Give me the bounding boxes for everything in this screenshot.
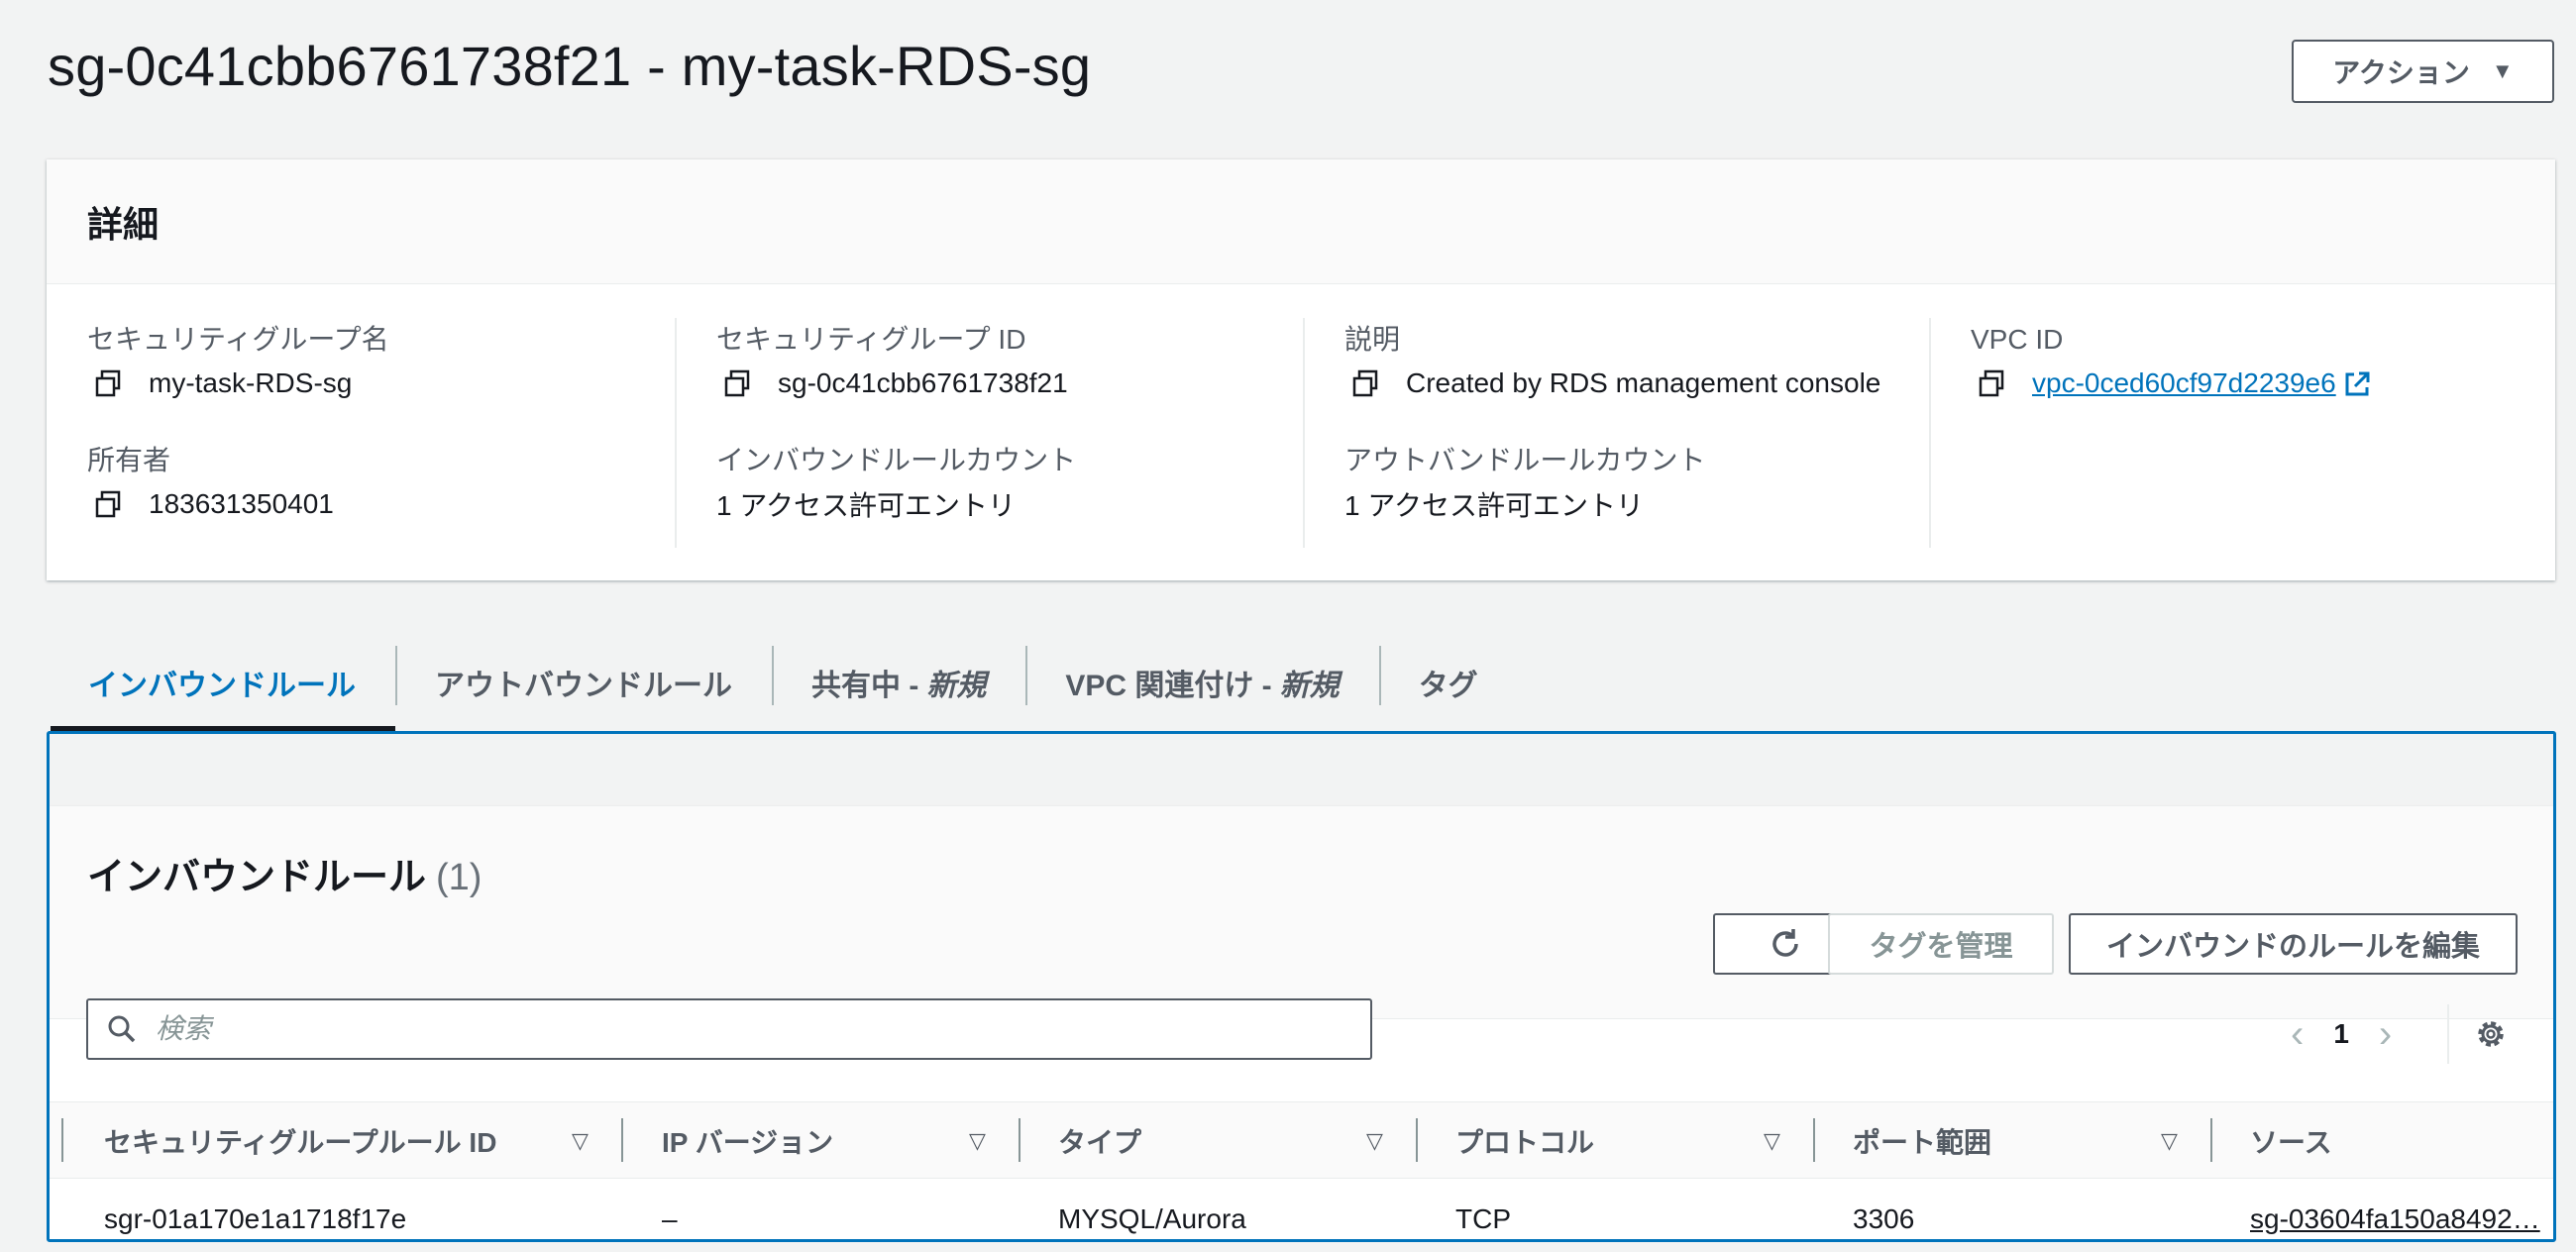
cell-protocol: TCP: [1455, 1203, 1511, 1234]
sort-down-icon[interactable]: ▽: [572, 1128, 589, 1154]
tab-label: インバウンドルール: [88, 670, 356, 702]
details-column-1: セキュリティグループ名 my-task-RDS-sg 所有者 183631350…: [47, 318, 677, 548]
actions-label: アクション: [2332, 57, 2470, 88]
inbound-rules-title-text: インバウンドルール: [87, 857, 427, 898]
sg-id-label: セキュリティグループ ID: [716, 324, 1026, 355]
column-header-rule-id[interactable]: セキュリティグループルール ID: [64, 1102, 496, 1180]
table-row[interactable]: sgr-01a170e1a1718f17e – MYSQL/Aurora TCP…: [50, 1179, 2553, 1239]
search-icon: [108, 1015, 136, 1043]
chevron-left-icon[interactable]: ‹: [2291, 1012, 2304, 1057]
sg-name-label: セキュリティグループ名: [87, 324, 389, 355]
edit-inbound-rules-button[interactable]: インバウンドのルールを編集: [2069, 913, 2518, 975]
copy-icon[interactable]: [1344, 365, 1386, 401]
manage-tags-button[interactable]: タグを管理: [1828, 913, 2054, 975]
column-header-source[interactable]: ソース: [2210, 1102, 2332, 1180]
tab-label: VPC 関連付け -: [1065, 670, 1272, 702]
sort-down-icon[interactable]: ▽: [969, 1128, 986, 1154]
search-input[interactable]: [156, 1013, 1344, 1045]
copy-icon[interactable]: [87, 486, 129, 522]
table-header: セキュリティグループルール ID ▽ IP バージョン ▽ タイプ ▽ プロトコ…: [50, 1101, 2553, 1179]
column-header-port-range[interactable]: ポート範囲: [1813, 1102, 1991, 1180]
search-field[interactable]: [86, 998, 1372, 1060]
tab-sharing[interactable]: 共有中 - 新規: [772, 634, 1025, 731]
caret-down-icon: ▼: [2491, 58, 2514, 83]
cell-ip-version: –: [662, 1203, 678, 1234]
vpc-id-label: VPC ID: [1971, 324, 2064, 355]
tab-vpc-associations[interactable]: VPC 関連付け - 新規: [1025, 634, 1378, 731]
tab-bar: インバウンドルール アウトバウンドルール 共有中 - 新規 VPC 関連付け -…: [51, 634, 1518, 731]
page-number[interactable]: 1: [2333, 1018, 2349, 1050]
sort-down-icon[interactable]: ▽: [2161, 1128, 2178, 1154]
external-link-icon: [2345, 371, 2370, 396]
column-header-protocol[interactable]: プロトコル: [1416, 1102, 1594, 1180]
cell-source-link[interactable]: sg-03604fa150a8492…: [2210, 1179, 2540, 1239]
tab-inbound-rules[interactable]: インバウンドルール: [51, 634, 395, 731]
copy-icon[interactable]: [87, 365, 129, 401]
tab-label: タグ: [1418, 670, 1478, 702]
cell-type: MYSQL/Aurora: [1058, 1203, 1246, 1234]
vpc-id-value: vpc-0ced60cf97d2239e6: [2032, 366, 2336, 398]
cell-port-range: 3306: [1853, 1203, 1915, 1234]
tab-label: 共有中 -: [811, 670, 919, 702]
copy-icon[interactable]: [716, 365, 758, 401]
vpc-id-link[interactable]: vpc-0ced60cf97d2239e6: [2032, 367, 2372, 400]
details-header: 詳細: [47, 159, 2555, 284]
refresh-icon: [1771, 929, 1798, 957]
page-title: sg-0c41cbb6761738f21 - my-task-RDS-sg: [48, 35, 1092, 97]
details-heading: 詳細: [87, 203, 160, 245]
divider: [2447, 1004, 2449, 1064]
description-label: 説明: [1344, 324, 1401, 355]
gear-icon[interactable]: [2473, 1016, 2509, 1052]
details-column-4: VPC ID vpc-0ced60cf97d2239e6: [1929, 318, 2543, 548]
column-header-type[interactable]: タイプ: [1019, 1102, 1141, 1180]
copy-icon[interactable]: [1971, 365, 2012, 401]
tab-new-badge: 新規: [926, 670, 987, 702]
column-header-ip-version[interactable]: IP バージョン: [622, 1102, 833, 1180]
owner-label: 所有者: [87, 445, 171, 475]
tab-outbound-rules[interactable]: アウトバウンドルール: [395, 634, 772, 731]
inbound-rules-container: インバウンドルール(1) タグを管理 インバウンドのルールを編集 ‹ 1 › セ…: [50, 806, 2553, 1239]
sg-name-value: my-task-RDS-sg: [149, 367, 353, 398]
details-column-2: セキュリティグループ ID sg-0c41cbb6761738f21 インバウン…: [675, 318, 1303, 548]
owner-value: 183631350401: [149, 488, 334, 519]
details-column-3: 説明 Created by RDS management console アウト…: [1303, 318, 1885, 548]
actions-dropdown-button[interactable]: アクション ▼: [2292, 40, 2554, 103]
tab-tags[interactable]: タグ: [1378, 634, 1518, 731]
cell-rule-id: sgr-01a170e1a1718f17e: [104, 1203, 407, 1234]
inbound-rules-title: インバウンドルール (1): [87, 846, 482, 900]
inbound-count-label: インバウンドルールカウント: [716, 445, 1077, 475]
inbound-rules-panel: インバウンドルール(1) タグを管理 インバウンドのルールを編集 ‹ 1 › セ…: [47, 731, 2556, 1242]
sort-down-icon[interactable]: ▽: [1366, 1128, 1383, 1154]
column-divider: [61, 1118, 63, 1162]
sg-id-value: sg-0c41cbb6761738f21: [778, 367, 1068, 398]
tab-new-badge: 新規: [1279, 670, 1340, 702]
description-value: Created by RDS management console: [1406, 367, 1881, 398]
sort-down-icon[interactable]: ▽: [1764, 1128, 1780, 1154]
tab-label: アウトバウンドルール: [435, 670, 732, 702]
inbound-count-value: 1 アクセス許可エントリ: [716, 490, 1016, 521]
outbound-count-value: 1 アクセス許可エントリ: [1344, 490, 1644, 521]
details-card: 詳細 セキュリティグループ名 my-task-RDS-sg 所有者 183631…: [47, 159, 2555, 580]
pagination: ‹ 1 ›: [2291, 1004, 2392, 1064]
chevron-right-icon[interactable]: ›: [2379, 1012, 2392, 1057]
inbound-rules-count: (1): [436, 857, 483, 898]
outbound-count-label: アウトバンドルールカウント: [1344, 445, 1706, 475]
